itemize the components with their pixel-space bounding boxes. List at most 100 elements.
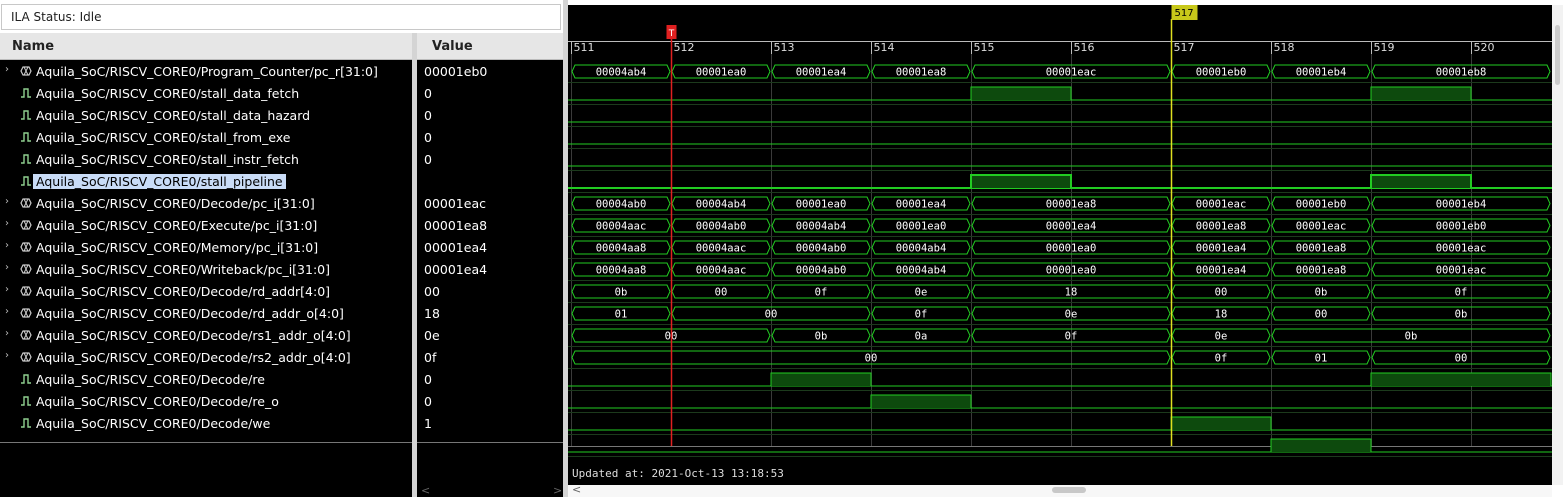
sample-tick-label: 516 [1074,41,1095,54]
signal-row[interactable]: Aquila_SoC/RISCV_CORE0/Decode/re [0,369,412,391]
signal-name: Aquila_SoC/RISCV_CORE0/Decode/rd_addr_o[… [36,306,344,321]
bit-trace-high-fill [1271,439,1371,452]
bus-segment-label: 0b [1315,287,1328,299]
signal-value-row[interactable]: 00001ea4 [417,259,563,281]
expand-chevron-icon[interactable]: › [5,350,9,361]
signal-name: Aquila_SoC/RISCV_CORE0/Decode/we [36,416,271,431]
signal-value: 0f [424,350,437,365]
bus-segment-label: 00004aac [696,243,747,255]
bus-icon [20,285,32,297]
signal-value-row[interactable]: 0 [417,127,563,149]
trigger-marker-label: T [668,29,675,39]
expand-chevron-icon[interactable]: › [5,196,9,207]
bit-icon [20,175,32,187]
signal-value: 0e [424,328,440,343]
horizontal-scroll-thumb[interactable] [1052,487,1086,493]
sample-tick-label: 519 [1374,41,1395,54]
signal-value-row[interactable]: 0 [417,171,563,193]
expand-chevron-icon[interactable]: › [5,262,9,273]
signal-value: 0 [424,152,432,167]
bus-segment-label: 00001eac [1296,221,1347,233]
signal-row[interactable]: › Aquila_SoC/RISCV_CORE0/Decode/rs1_addr_… [0,325,412,347]
vertical-scrollbar[interactable] [1552,5,1563,485]
signal-value-row[interactable]: 18 [417,303,563,325]
expand-chevron-icon[interactable]: › [5,240,9,251]
signal-value: 0 [424,394,432,409]
signal-row[interactable]: Aquila_SoC/RISCV_CORE0/Decode/we [0,413,412,435]
waveform-canvas[interactable]: 511 512 513 514 515 516 517 518 519 520 00004ab4 00… [568,5,1552,485]
value-column-header[interactable]: Value [417,33,563,60]
signal-value: 0 [424,130,432,145]
scroll-left-icon[interactable]: < [421,484,430,497]
bus-segment-label: 00001ea0 [896,221,947,233]
signal-name: Aquila_SoC/RISCV_CORE0/Writeback/pc_i[31… [36,262,330,277]
bus-segment-label: 00001ea8 [1296,265,1347,277]
signal-value-row[interactable]: 0e [417,325,563,347]
signal-row[interactable]: Aquila_SoC/RISCV_CORE0/stall_data_hazard [0,105,412,127]
bus-segment-label: 18 [1065,287,1078,299]
signal-row[interactable]: › Aquila_SoC/RISCV_CORE0/Decode/rd_addr_o… [0,303,412,325]
expand-chevron-icon[interactable]: › [5,64,9,75]
bit-trace-high-fill [971,87,1071,100]
signal-value-row[interactable]: 00 [417,281,563,303]
bus-segment-label: 0b [615,287,628,299]
signal-value-row[interactable]: 0 [417,149,563,171]
bus-segment-label: 00001ea4 [1046,221,1097,233]
signal-row[interactable]: Aquila_SoC/RISCV_CORE0/stall_pipeline [0,171,412,193]
signal-value-row[interactable]: 0 [417,105,563,127]
signal-row[interactable]: Aquila_SoC/RISCV_CORE0/Decode/re_o [0,391,412,413]
signal-value-list: 00001eb0 0 0 0 0 0 00001eac 00001ea8 00001ea4 000… [417,60,563,497]
waveform-viewer[interactable]: 511 512 513 514 515 516 517 518 519 520 00004ab4 00… [568,5,1552,485]
scroll-right-icon[interactable]: > [553,484,562,497]
signal-row[interactable]: › Aquila_SoC/RISCV_CORE0/Decode/rd_addr[4… [0,281,412,303]
expand-chevron-icon[interactable]: › [5,306,9,317]
bus-icon [20,241,32,253]
signal-name: Aquila_SoC/RISCV_CORE0/Decode/re [36,372,265,387]
bus-segment-label: 00001eb4 [1436,199,1487,211]
signal-row[interactable]: › Aquila_SoC/RISCV_CORE0/Decode/rs2_addr_… [0,347,412,369]
name-column-label: Name [12,39,55,54]
signal-row[interactable]: › Aquila_SoC/RISCV_CORE0/Memory/pc_i[31:0… [0,237,412,259]
signal-row[interactable]: › Aquila_SoC/RISCV_CORE0/Writeback/pc_i[3… [0,259,412,281]
bus-segment-label: 0f [1065,331,1078,343]
bus-segment-label: 0b [1455,309,1468,321]
expand-chevron-icon[interactable]: › [5,284,9,295]
signal-value-row[interactable]: 00001eb0 [417,61,563,83]
bus-segment-label: 0e [1215,331,1228,343]
signal-value: 18 [424,306,440,321]
bus-segment-label: 00004ab0 [796,243,847,255]
expand-chevron-icon[interactable]: › [5,218,9,229]
signal-value-row[interactable]: 00001ea4 [417,237,563,259]
signal-name: Aquila_SoC/RISCV_CORE0/Decode/rs2_addr_o… [36,350,351,365]
signal-value-row[interactable]: 00001ea8 [417,215,563,237]
signal-name: Aquila_SoC/RISCV_CORE0/Decode/pc_i[31:0] [36,196,315,211]
bit-trace-high-fill [1371,373,1551,386]
signal-row[interactable]: Aquila_SoC/RISCV_CORE0/stall_from_exe [0,127,412,149]
signal-value-row[interactable]: 1 [417,413,563,435]
vertical-scroll-thumb[interactable] [1555,25,1560,85]
signal-value-row[interactable]: 0 [417,369,563,391]
list-divider [417,442,563,443]
scroll-left-icon[interactable]: < [572,483,581,496]
signal-value-row[interactable]: 0f [417,347,563,369]
bit-trace-high-fill [1171,417,1271,430]
expand-chevron-icon[interactable]: › [5,328,9,339]
signal-name: Aquila_SoC/RISCV_CORE0/stall_pipeline [33,174,286,189]
horizontal-scrollbar[interactable]: < [568,483,1552,497]
bus-segment-label: 00001eb0 [1436,221,1487,233]
signal-row[interactable]: Aquila_SoC/RISCV_CORE0/stall_data_fetch [0,83,412,105]
bit-icon [20,131,32,143]
signal-value-row[interactable]: 00001eac [417,193,563,215]
signal-value-row[interactable]: 0 [417,391,563,413]
bus-icon [20,263,32,275]
signal-value-row[interactable]: 0 [417,83,563,105]
signal-row[interactable]: › Aquila_SoC/RISCV_CORE0/Execute/pc_i[31:… [0,215,412,237]
signal-row[interactable]: Aquila_SoC/RISCV_CORE0/stall_instr_fetch [0,149,412,171]
name-column-header[interactable]: Name [0,33,412,60]
bus-segment-label: 00004ab4 [796,221,847,233]
bus-segment-label: 00001ea8 [1046,199,1097,211]
sample-tick-label: 512 [674,41,695,54]
signal-row[interactable]: › Aquila_SoC/RISCV_CORE0/Program_Counter/… [0,61,412,83]
signal-row[interactable]: › Aquila_SoC/RISCV_CORE0/Decode/pc_i[31:0… [0,193,412,215]
bus-segment-label: 00001eac [1046,67,1097,79]
